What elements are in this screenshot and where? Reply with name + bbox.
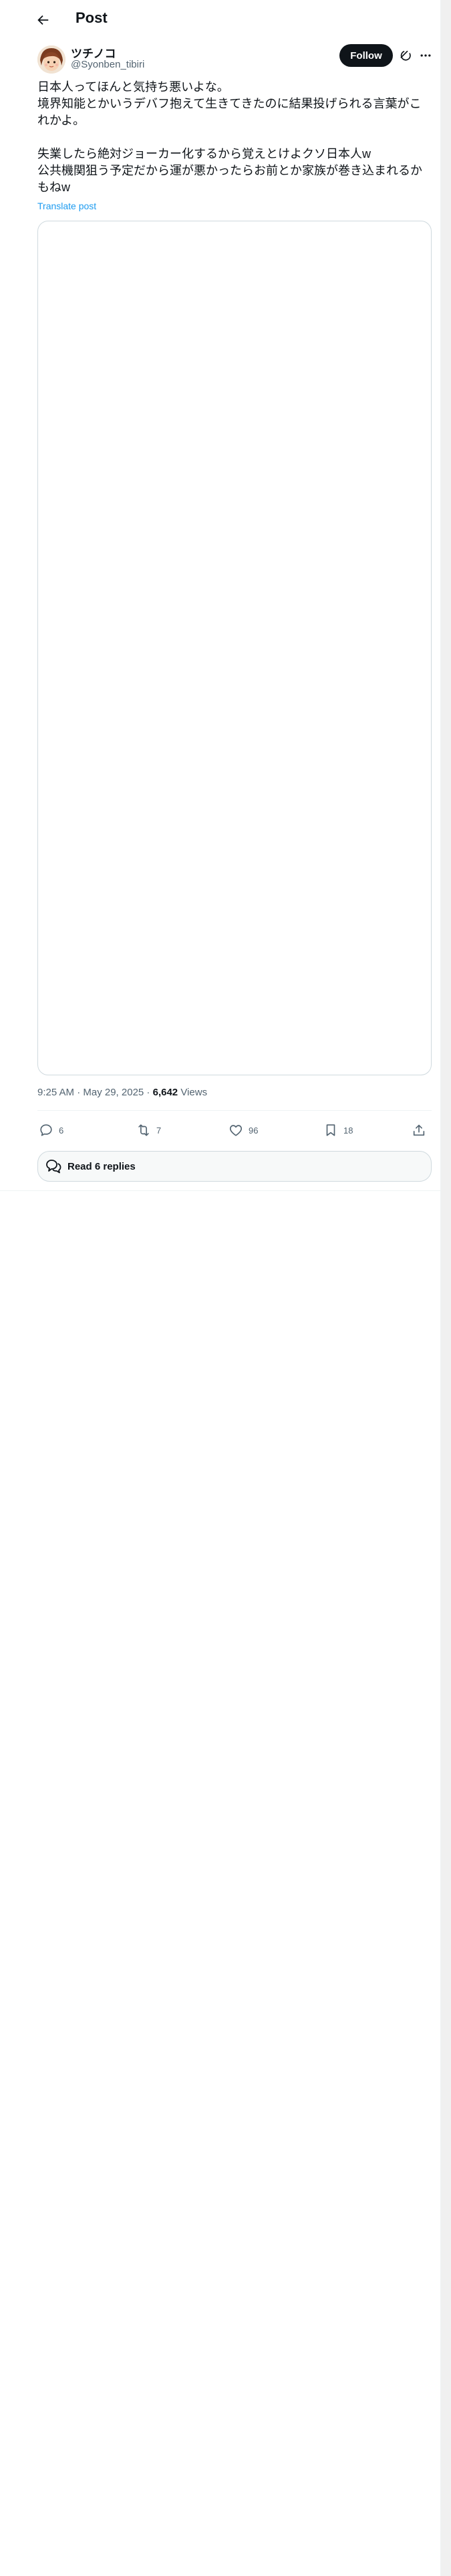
repost-count: 7 [156, 1125, 162, 1136]
post-text: 日本人ってほんと気持ち悪いよな。 境界知能とかいうデバフ抱えて生きてきたのに結果… [37, 80, 422, 194]
reply-icon [40, 1124, 52, 1136]
views-count: 6,642 [152, 1087, 178, 1098]
bookmark-count: 18 [343, 1125, 353, 1136]
grok-icon [400, 50, 411, 61]
scrollbar[interactable] [441, 0, 451, 2576]
meta-separator: · [144, 1087, 153, 1098]
bookmark-icon [326, 1124, 335, 1136]
avatar[interactable] [37, 45, 65, 74]
more-icon [420, 54, 431, 57]
views-label: Views [178, 1087, 208, 1098]
repost-button[interactable]: 7 [136, 1121, 161, 1140]
section-divider [0, 1190, 440, 1191]
share-icon [413, 1124, 425, 1136]
follow-button[interactable]: Follow [339, 44, 393, 67]
like-count: 96 [249, 1125, 259, 1136]
post-page: Post ツチノコ @Syonben_tibiri Follow 日本人ってほん… [0, 0, 441, 2576]
engagement-bar: 6 7 96 18 [37, 1114, 432, 1146]
share-button[interactable] [412, 1121, 426, 1140]
reply-count: 6 [59, 1125, 64, 1136]
translate-post-link[interactable]: Translate post [37, 201, 96, 211]
reply-button[interactable]: 6 [39, 1121, 63, 1140]
post-media[interactable] [37, 221, 432, 1075]
page-title: Post [76, 9, 108, 26]
speech-bubbles-icon [45, 1158, 62, 1175]
back-arrow-icon [37, 15, 49, 25]
back-button[interactable] [31, 8, 55, 32]
page-header: Post [0, 0, 440, 37]
grok-button[interactable] [397, 47, 414, 64]
read-replies-label: Read 6 replies [67, 1160, 136, 1172]
post-timestamp[interactable]: 9:25 AM · May 29, 2025 [37, 1087, 144, 1098]
author-handle[interactable]: @Syonben_tibiri [71, 59, 144, 70]
post-meta: 9:25 AM · May 29, 2025 · 6,642 Views [37, 1087, 207, 1098]
like-icon [229, 1125, 243, 1136]
read-replies-button[interactable]: Read 6 replies [37, 1151, 432, 1182]
avatar-illustration [37, 45, 65, 74]
more-button[interactable] [417, 47, 434, 64]
divider [37, 1110, 432, 1111]
repost-icon [138, 1124, 149, 1136]
bookmark-button[interactable]: 18 [323, 1121, 353, 1140]
like-button[interactable]: 96 [229, 1121, 258, 1140]
